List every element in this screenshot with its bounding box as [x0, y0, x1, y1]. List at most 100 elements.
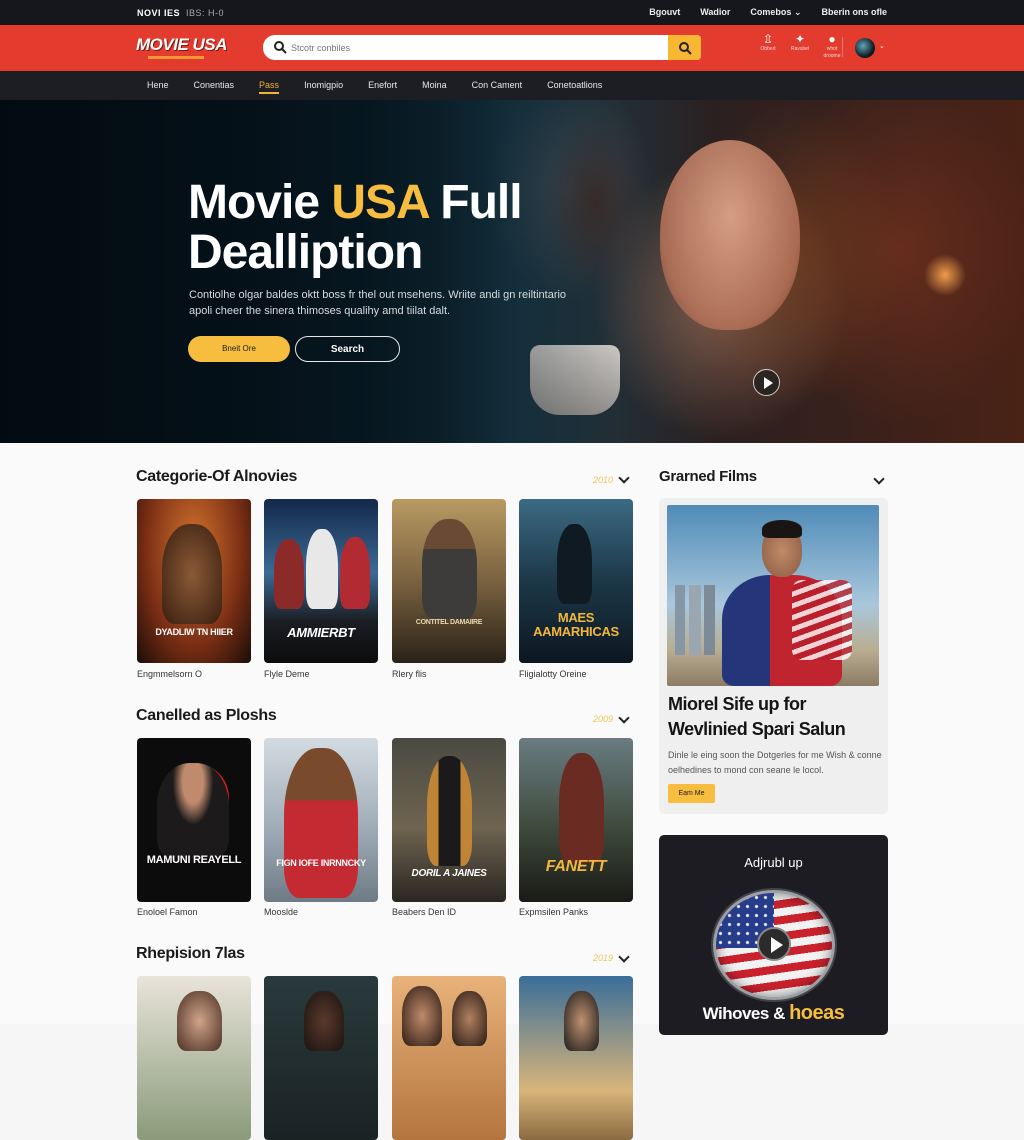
notification-button[interactable]: ● whot droome: [820, 32, 844, 60]
nav-item-conetoatlions[interactable]: Conetoatlions: [547, 71, 602, 100]
person-stripes: [792, 580, 852, 660]
movie-caption[interactable]: Flyle Deme: [264, 669, 310, 679]
movie-caption[interactable]: Mooslde: [264, 907, 298, 917]
nav-item-enefort[interactable]: Enefort: [368, 71, 397, 100]
poster-title: MAMUNI REAYELL: [146, 854, 242, 866]
notification-icon: ●: [828, 32, 836, 46]
poster-title: FANETT: [545, 858, 607, 875]
featured-description: Dinle le eing soon the Dotgerles for me …: [668, 750, 882, 775]
section-year-filter[interactable]: 2009: [593, 714, 613, 724]
run-label: Ravsbel: [790, 46, 810, 52]
upload-button[interactable]: ⇫ Obbert: [756, 32, 780, 60]
nav-item-pass[interactable]: Pass: [259, 71, 280, 100]
chevron-down-icon[interactable]: [618, 951, 630, 963]
search-button[interactable]: [668, 35, 701, 60]
movie-poster[interactable]: CONTITEL DAMAIIRE: [392, 499, 506, 663]
movie-poster[interactable]: [137, 976, 251, 1140]
main-nav: Hene Conentias Pass Inomigpio Enefort Mo…: [0, 71, 1024, 100]
hero-title-line2: Dealliption: [188, 226, 423, 279]
hero-title-part1: Movie: [188, 176, 332, 229]
video-title: Adjrubl up: [744, 855, 803, 870]
section-year-filter[interactable]: 2010: [593, 475, 613, 485]
movie-poster[interactable]: DORIL A JAINES: [392, 738, 506, 902]
play-icon[interactable]: [753, 369, 780, 396]
top-links: Bgouvt Wadior Comebos ⌄ Bberin ons ofle: [649, 7, 887, 18]
movie-poster[interactable]: [264, 976, 378, 1140]
movie-caption[interactable]: Rlery flis: [392, 669, 427, 679]
poster-figure: [427, 756, 472, 866]
sidebar-title: Grarned Films: [659, 468, 757, 485]
run-button[interactable]: ✦ Ravsbel: [788, 32, 812, 60]
movie-poster[interactable]: [392, 976, 506, 1140]
main-content: Categorie-Of Alnovies 2010 DYADLIW TN HI…: [0, 443, 1024, 1140]
section-title: Rhepision 7las: [136, 945, 245, 962]
play-icon[interactable]: [757, 927, 791, 961]
top-link-video[interactable]: Wadior: [700, 7, 730, 18]
search-icon: [678, 41, 692, 55]
hero-image-woman: [660, 140, 800, 330]
poster-figure: [422, 519, 477, 619]
poster-title: DORIL A JAINES: [411, 868, 487, 879]
movie-poster[interactable]: FIGN IOFE INRNNCKY: [264, 738, 378, 902]
top-link-about[interactable]: Bgouvt: [649, 7, 680, 18]
section-year-filter[interactable]: 2019: [593, 953, 613, 963]
movie-poster[interactable]: MAMUNI REAYELL: [137, 738, 251, 902]
search-input[interactable]: [291, 35, 666, 60]
movie-caption[interactable]: Engmmelsorn O: [137, 669, 202, 679]
search-icon: [274, 41, 287, 54]
movie-poster[interactable]: FANETT: [519, 738, 633, 902]
site-logo[interactable]: MOVIE USA: [136, 35, 227, 59]
section-title: Canelled as Ploshs: [136, 707, 277, 724]
featured-headline: Miorel Sife up for Wevlinied Spari Salun: [668, 694, 846, 739]
nav-item-contents[interactable]: Conentias: [194, 71, 235, 100]
chevron-down-icon[interactable]: [873, 473, 885, 485]
poster-figure: [177, 991, 222, 1051]
upload-label: Obbert: [760, 46, 776, 52]
top-brand-label: NOVI IES: [137, 8, 181, 18]
poster-figure: [306, 529, 338, 609]
movie-caption[interactable]: Fligialotty Oreine: [519, 669, 587, 679]
hero-search-button[interactable]: Search: [295, 336, 400, 362]
poster-figure: [564, 991, 599, 1051]
featured-person: [707, 520, 857, 686]
poster-figure: [284, 748, 358, 898]
poster-figure: [162, 524, 222, 624]
video-footer-accent: hoeas: [789, 1002, 845, 1024]
logo-underline: [148, 56, 204, 59]
poster-figure: [304, 991, 344, 1051]
video-footer: Wihoves & hoeas: [659, 1002, 888, 1025]
nav-item-inomigpio[interactable]: Inomigpio: [304, 71, 343, 100]
movie-caption[interactable]: Enoloel Famon: [137, 907, 198, 917]
movie-poster[interactable]: DYADLIW TN HIIER: [137, 499, 251, 663]
movie-poster[interactable]: MAES AAMARHICAS: [519, 499, 633, 663]
featured-film-image[interactable]: [667, 505, 879, 686]
header-bar: MOVIE USA ⇫Obbert ✦Ravsbel ●whot droome …: [0, 25, 1024, 71]
top-link-combos-label: Comebos: [750, 7, 792, 17]
featured-film-card: Miorel Sife up for Wevlinied Spari Salun…: [659, 498, 888, 814]
top-brand: NOVI IES IBS: H-0: [137, 8, 224, 18]
poster-title: MAES AAMARHICAS: [533, 610, 619, 639]
hero-primary-button[interactable]: Bneit Ore: [188, 336, 290, 362]
chevron-down-icon[interactable]: [618, 712, 630, 724]
poster-figure: [557, 524, 592, 604]
nav-item-home[interactable]: Hene: [147, 71, 169, 100]
movie-caption[interactable]: Beabers Den ID: [392, 907, 456, 917]
chevron-down-icon[interactable]: ⌄: [879, 42, 885, 50]
hero-description: Contiolhe olgar baldes oktt boss fr thel…: [189, 289, 567, 317]
nav-item-moina[interactable]: Moina: [422, 71, 447, 100]
movie-caption[interactable]: Expmsilen Panks: [519, 907, 588, 917]
nav-item-con-cament[interactable]: Con Cament: [472, 71, 523, 100]
poster-figure: [340, 537, 370, 609]
chevron-down-icon[interactable]: [618, 472, 630, 484]
poster-figure: [452, 991, 487, 1046]
top-link-combos[interactable]: Comebos ⌄: [750, 7, 801, 18]
top-link-profile[interactable]: Bberin ons ofle: [821, 7, 887, 18]
search-bar: [263, 35, 701, 60]
logo-text: MOVIE USA: [136, 35, 227, 54]
avatar[interactable]: [855, 38, 875, 58]
top-brand-sub: IBS: H-0: [186, 8, 225, 18]
movie-poster[interactable]: [519, 976, 633, 1140]
featured-button[interactable]: Eam Me: [668, 784, 715, 803]
movie-poster[interactable]: AMMIERBT: [264, 499, 378, 663]
poster-title: DYADLIW TN HIIER: [155, 627, 233, 637]
